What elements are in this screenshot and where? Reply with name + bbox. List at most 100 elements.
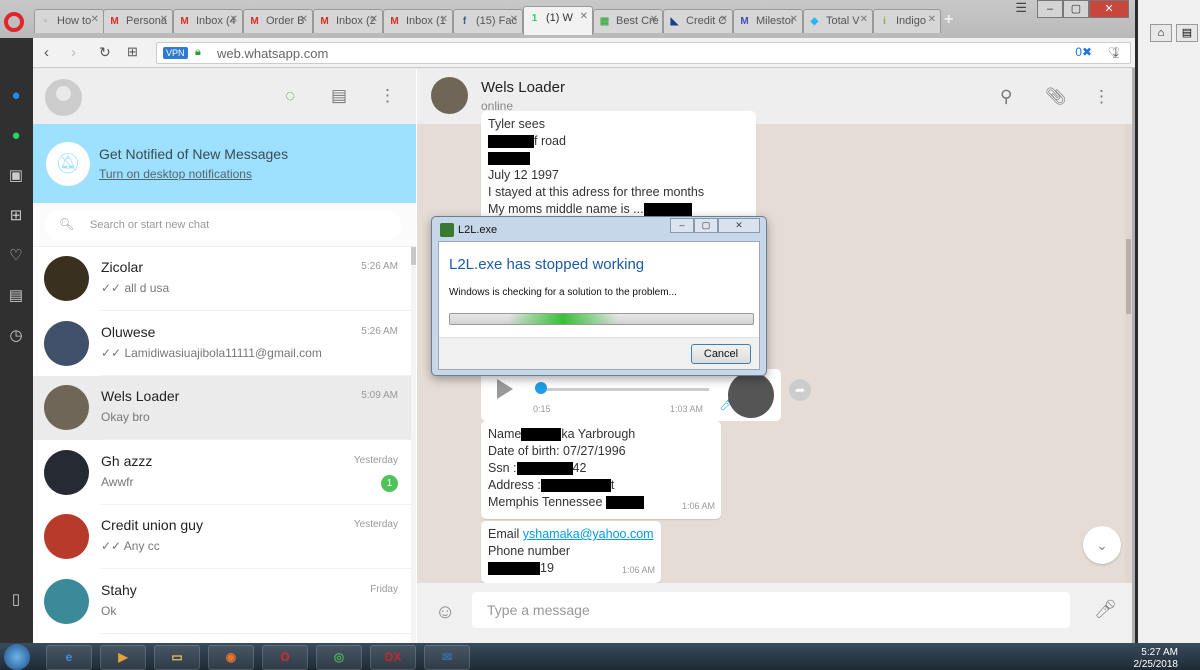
close-tab-icon[interactable]: ✕ [580,11,588,22]
taskbar-app[interactable]: ▶ [100,645,146,670]
home-icon[interactable]: ⌂ [1150,24,1172,42]
tab-1[interactable]: ▫ How to ✕ [34,9,104,33]
close-window-button[interactable]: ✕ [1089,0,1129,18]
close-tab-icon[interactable]: ✕ [160,14,168,25]
history-clock-icon[interactable]: ◷ [6,326,26,346]
messenger-icon[interactable]: ● [6,86,26,106]
new-tab-button[interactable]: + [944,11,953,29]
close-tab-icon[interactable]: ✕ [300,14,308,25]
speed-dial-icon[interactable]: ⊞ [127,44,138,60]
close-tab-icon[interactable]: ✕ [370,14,378,25]
vpn-badge[interactable]: VPN [163,47,188,59]
tab-7[interactable]: f (15) Fac ✕ [453,9,523,33]
adblock-icon[interactable]: 0✖ [1075,45,1092,59]
search-messages-icon[interactable]: ⚲ [1000,87,1012,107]
dialog-message: Windows is checking for a solution to th… [449,287,677,298]
chat-item[interactable]: Gh azzz Awwfr Yesterday 1 [33,440,411,505]
tab-5[interactable]: M Inbox (2 ✕ [313,9,383,33]
close-tab-icon[interactable]: ✕ [91,14,99,25]
message-bubble[interactable]: Tyler sees f road July 12 1997 I stayed … [481,111,756,223]
url-field[interactable]: VPN 🔒︎ web.whatsapp.com 0✖ ♡ [156,42,1131,64]
contact-name[interactable]: Wels Loader [481,79,565,96]
scroll-down-button[interactable]: ⌄ [1083,526,1121,564]
dialog-maximize-button[interactable]: ▢ [694,218,718,233]
chat-name: Gh azzz [101,452,153,469]
tab-13[interactable]: i Indigo ✕ [873,9,941,33]
voice-record-icon[interactable]: 🎤︎ [1094,599,1117,620]
tab-8[interactable]: 1 (1) W ✕ [523,6,593,35]
search-input[interactable]: 🔍︎ Search or start new chat [45,210,401,240]
forward-button[interactable]: › [71,44,76,61]
taskbar-app[interactable]: e [46,645,92,670]
heart-icon[interactable]: ♡ [6,246,26,266]
taskbar-app[interactable]: DX [370,645,416,670]
url-text[interactable]: web.whatsapp.com [217,46,328,61]
emoji-icon[interactable]: ☺ [435,601,455,624]
message-bubble[interactable]: Email yshamaka@yahoo.com Phone number 19… [481,521,661,583]
chat-item[interactable]: Oluwese ✓✓ Lamidiwasiuajibola11111@gmail.… [33,311,411,376]
voice-track[interactable] [539,388,709,391]
taskbar-app[interactable]: ✉ [424,645,470,670]
tab-6[interactable]: M Inbox (1 ✕ [383,9,453,33]
cancel-button[interactable]: Cancel [691,344,751,364]
tab-2[interactable]: M Persona ✕ [103,9,173,33]
close-tab-icon[interactable]: ✕ [230,14,238,25]
conversation-scrollbar[interactable] [1125,124,1132,583]
chat-menu-icon[interactable]: ⋮ [1093,87,1110,107]
news-icon[interactable]: ▤ [6,286,26,306]
minimize-button[interactable]: – [1037,0,1063,18]
close-tab-icon[interactable]: ✕ [928,14,936,25]
forward-icon[interactable]: ➦ [789,379,811,401]
opera-logo-icon[interactable] [4,12,24,32]
voice-scrubber[interactable] [535,382,547,394]
enable-notifications-link[interactable]: Turn on desktop notifications [99,167,252,181]
chat-list-scrollbar[interactable] [411,247,416,643]
apps-grid-icon[interactable]: ⊞ [6,206,26,226]
play-icon[interactable] [497,379,513,399]
close-tab-icon[interactable]: ✕ [510,14,518,25]
whatsapp-sidebar-icon[interactable]: ● [6,126,26,146]
tab-label: (1) W [546,12,573,24]
taskbar-app[interactable]: ◉ [208,645,254,670]
camera-icon[interactable]: ▣ [6,166,26,186]
taskbar-app[interactable]: ▭ [154,645,200,670]
page-icon[interactable]: ▤ [1176,24,1198,42]
tab-12[interactable]: ◆ Total V ✕ [803,9,873,33]
close-tab-icon[interactable]: ✕ [650,14,658,25]
contact-avatar[interactable] [431,77,468,114]
chat-item[interactable]: Wels Loader Okay bro 5:09 AM [33,376,411,440]
download-icon[interactable]: ⤓ [1113,44,1119,61]
taskbar-app[interactable]: ◎ [316,645,362,670]
tab-9[interactable]: ▦ Best Cre ✕ [593,9,663,33]
close-tab-icon[interactable]: ✕ [440,14,448,25]
chat-item[interactable]: Zicolar ✓✓ all d usa 5:26 AM [33,247,411,311]
close-tab-icon[interactable]: ✕ [790,14,798,25]
chat-item[interactable]: Stahy Ok Friday [33,569,411,634]
maximize-button[interactable]: ▢ [1063,0,1089,18]
attach-icon[interactable]: 📎︎ [1045,87,1067,107]
tab-10[interactable]: ◣ Credit C ✕ [663,9,733,33]
tab-4[interactable]: M Order B ✕ [243,9,313,33]
dialog-minimize-button[interactable]: – [670,218,694,233]
tab-3[interactable]: M Inbox (4 ✕ [173,9,243,33]
message-bubble[interactable]: Name ka Yarbrough Date of birth: 07/27/19… [481,421,721,519]
menu-icon[interactable]: ⋮ [379,86,396,106]
system-clock[interactable]: 5:27 AM 2/25/2018 [1134,647,1179,670]
taskbar-app[interactable]: O [262,645,308,670]
close-tab-icon[interactable]: ✕ [720,14,728,25]
chat-item[interactable]: Credit union guy ✓✓ Any cc Yesterday [33,505,411,569]
dialog-close-button[interactable]: ✕ [718,218,760,233]
tab-11[interactable]: M Milestor ✕ [733,9,803,33]
new-chat-icon[interactable]: ▤ [331,86,347,106]
back-button[interactable]: ‹ [44,44,49,61]
start-button[interactable] [4,644,30,670]
close-tab-icon[interactable]: ✕ [860,14,868,25]
email-link[interactable]: yshamaka@yahoo.com [523,527,654,541]
my-avatar[interactable] [45,79,82,116]
tab-menu-icon[interactable]: ☰ [1015,0,1027,16]
status-icon[interactable]: ◌ [285,86,295,106]
sidebar-toggle-icon[interactable]: ▯ [6,590,26,610]
reload-button[interactable]: ↻ [99,44,111,61]
message-input[interactable]: Type a message [472,592,1070,628]
voice-message[interactable]: 0:15 1:03 AM 🎤︎ [481,369,781,421]
